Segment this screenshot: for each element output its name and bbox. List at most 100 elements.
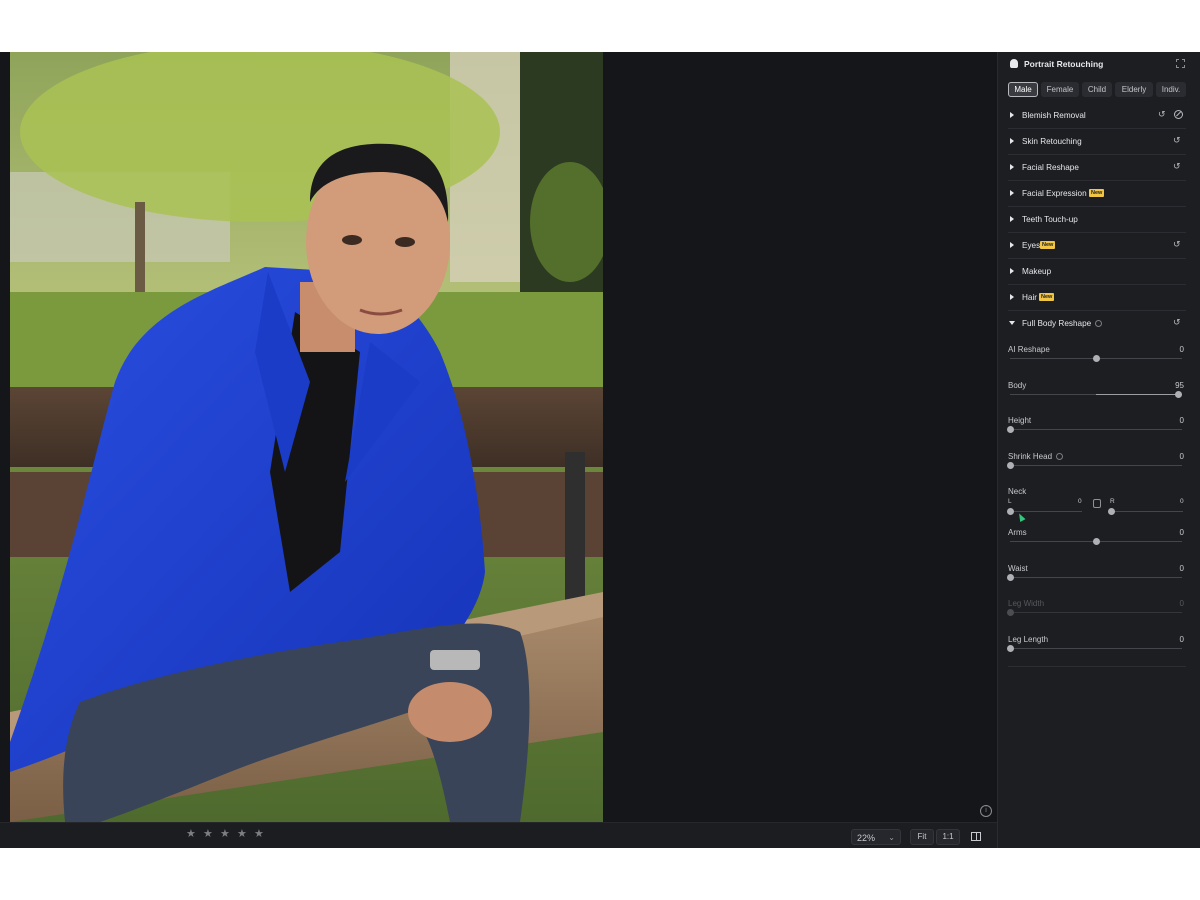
section-skin-retouching[interactable]: Skin Retouching ↺: [1008, 129, 1186, 155]
slider-thumb[interactable]: [1007, 462, 1014, 469]
reset-icon[interactable]: ↺: [1158, 110, 1167, 119]
neck-left-value: 0: [1078, 498, 1082, 505]
one-to-one-button[interactable]: 1:1: [936, 829, 960, 845]
tab-female[interactable]: Female: [1041, 82, 1079, 97]
split-view-icon: [971, 832, 981, 841]
slider-label: AI Reshape: [1008, 345, 1050, 354]
bottom-toolbar: ★ ★ ★ ★ ★ 22% ⌄ Fit 1:1: [0, 822, 997, 848]
slider-waist[interactable]: Waist 0: [1007, 564, 1184, 598]
slider-track[interactable]: [1007, 574, 1182, 581]
slider-track[interactable]: [1007, 426, 1182, 433]
tab-individual[interactable]: Indiv.: [1156, 82, 1186, 97]
slider-thumb[interactable]: [1007, 574, 1014, 581]
new-badge: New: [1089, 189, 1105, 197]
reset-icon[interactable]: ↺: [1173, 240, 1182, 249]
tab-child[interactable]: Child: [1082, 82, 1112, 97]
rating-star-icon[interactable]: ★: [186, 829, 196, 840]
caret-right-icon: [1010, 164, 1014, 170]
slider-thumb[interactable]: [1174, 391, 1182, 398]
caret-down-icon: [1009, 321, 1015, 325]
slider-label: Height: [1008, 416, 1032, 425]
link-icon[interactable]: [1093, 499, 1101, 508]
slider-arms[interactable]: Arms 0: [1008, 528, 1184, 562]
slider-track[interactable]: [1007, 645, 1182, 652]
neck-right-value: 0: [1180, 498, 1184, 505]
caret-right-icon: [1010, 190, 1014, 196]
section-label: Makeup: [1022, 267, 1052, 276]
section-teeth-touch-up[interactable]: Teeth Touch-up: [1008, 207, 1186, 233]
rating-star-icon[interactable]: ★: [203, 829, 213, 840]
slider-label: Waist: [1008, 564, 1028, 573]
section-eyes[interactable]: Eyes New ↺: [1008, 233, 1186, 259]
mouse-cursor-icon: [1016, 512, 1026, 522]
slider-height[interactable]: Height 0: [1007, 416, 1184, 450]
slider-track: [1007, 609, 1182, 616]
section-hair[interactable]: Hair New: [1008, 285, 1186, 311]
divider: [1008, 666, 1186, 667]
caret-right-icon: [1010, 138, 1014, 144]
tab-elderly[interactable]: Elderly: [1115, 82, 1153, 97]
section-makeup[interactable]: Makeup: [1008, 259, 1186, 285]
slider-thumb[interactable]: [1007, 508, 1014, 515]
rating-star-icon[interactable]: ★: [237, 829, 247, 840]
slider-thumb[interactable]: [1007, 426, 1014, 433]
image-canvas[interactable]: i: [0, 52, 997, 822]
zoom-value: 22%: [857, 833, 876, 843]
slider-track[interactable]: [1010, 538, 1182, 545]
section-label: Eyes: [1022, 241, 1041, 250]
slider-value: 0: [1179, 564, 1184, 573]
reset-icon[interactable]: ↺: [1173, 318, 1182, 327]
chevron-down-icon: ⌄: [888, 833, 895, 842]
caret-right-icon: [1010, 112, 1014, 118]
slider-leg-length[interactable]: Leg Length 0: [1007, 635, 1184, 669]
info-icon[interactable]: i: [980, 805, 992, 817]
neck-right-track[interactable]: [1108, 508, 1183, 515]
slider-label: Body: [1008, 381, 1027, 390]
portrait-icon: [1010, 59, 1018, 68]
panel-header: Portrait Retouching: [998, 52, 1200, 76]
tab-male[interactable]: Male: [1008, 82, 1038, 97]
slider-value: 95: [1175, 381, 1184, 390]
new-badge: New: [1039, 293, 1055, 301]
info-icon[interactable]: [1056, 453, 1064, 460]
slider-ai-reshape[interactable]: AI Reshape 0: [1008, 345, 1184, 379]
slider-track[interactable]: [1010, 391, 1182, 398]
slider-thumb[interactable]: [1007, 645, 1014, 652]
rating-star-icon[interactable]: ★: [254, 829, 264, 840]
expand-icon[interactable]: [1176, 59, 1185, 68]
reset-icon[interactable]: ↺: [1173, 136, 1182, 145]
rating-star-icon[interactable]: ★: [220, 829, 230, 840]
slider-value: 0: [1179, 345, 1184, 354]
slider-track[interactable]: [1007, 462, 1182, 469]
slider-thumb[interactable]: [1108, 508, 1115, 515]
slider-value: 0: [1179, 416, 1184, 425]
section-facial-expression[interactable]: Facial Expression New: [1008, 181, 1186, 207]
caret-right-icon: [1010, 216, 1014, 222]
slider-value: 0: [1179, 635, 1184, 644]
auto-fix-icon[interactable]: [1174, 110, 1183, 119]
slider-thumb: [1007, 609, 1014, 616]
neck-left-label: L: [1008, 498, 1012, 505]
slider-thumb[interactable]: [1093, 355, 1100, 362]
slider-label: Shrink Head: [1008, 452, 1064, 461]
caret-right-icon: [1010, 294, 1014, 300]
section-facial-reshape[interactable]: Facial Reshape ↺: [1008, 155, 1186, 181]
compare-view-button[interactable]: [966, 829, 986, 845]
section-label: Blemish Removal: [1022, 111, 1086, 120]
slider-label: Leg Length: [1008, 635, 1049, 644]
fit-button[interactable]: Fit: [910, 829, 934, 845]
zoom-select[interactable]: 22% ⌄: [851, 829, 901, 845]
slider-shrink-head[interactable]: Shrink Head 0: [1007, 452, 1184, 486]
slider-neck[interactable]: Neck L 0 R 0: [1007, 487, 1184, 527]
panel-title: Portrait Retouching: [1024, 59, 1104, 69]
slider-track[interactable]: [1010, 355, 1182, 362]
reset-icon[interactable]: ↺: [1173, 162, 1182, 171]
portrait-photo: [10, 52, 603, 822]
slider-value: 0: [1179, 599, 1184, 608]
info-icon[interactable]: [1095, 320, 1103, 327]
section-blemish-removal[interactable]: Blemish Removal ↺: [1008, 103, 1186, 129]
slider-body[interactable]: Body 95: [1008, 381, 1184, 415]
section-full-body-reshape[interactable]: Full Body Reshape ↺: [1008, 311, 1186, 337]
slider-thumb[interactable]: [1093, 538, 1100, 545]
section-label: Teeth Touch-up: [1022, 215, 1078, 224]
